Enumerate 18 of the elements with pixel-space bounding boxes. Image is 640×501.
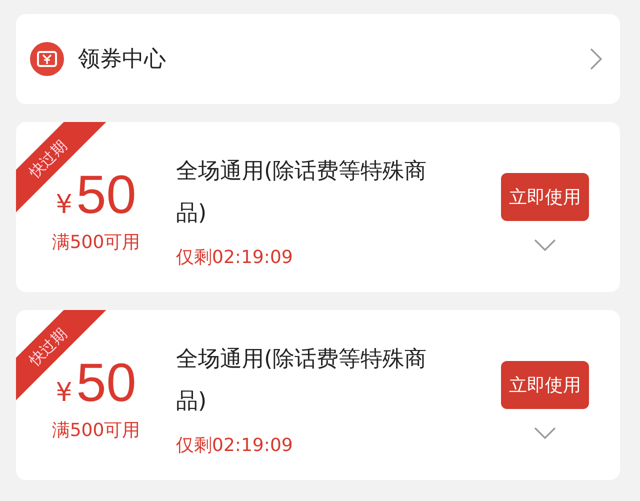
countdown-text: 仅剩02:19:09 (176, 434, 294, 457)
coupon-icon (30, 42, 64, 76)
currency-symbol: ¥ (56, 190, 72, 220)
coupon-condition: 满500可用 (52, 231, 140, 254)
coupon-title: 全场通用(除话费等特殊商品) (176, 346, 428, 416)
countdown-text: 仅剩02:19:09 (176, 246, 294, 269)
coupon-title: 全场通用(除话费等特殊商品) (176, 158, 428, 228)
chevron-icon[interactable] (534, 427, 556, 439)
chevron-right-icon[interactable] (590, 48, 602, 70)
chevron-icon[interactable] (534, 239, 556, 251)
coupon-amount: 50 (76, 168, 136, 222)
currency-symbol: ¥ (56, 378, 72, 408)
header-title: 领券中心 (78, 46, 167, 74)
use-now-button[interactable]: 立即使用 (501, 361, 589, 409)
use-now-button[interactable]: 立即使用 (501, 173, 589, 221)
coupon-condition: 满500可用 (52, 419, 140, 442)
coupon-amount: 50 (76, 356, 136, 410)
coupon-center-bar[interactable]: 领券中心 (16, 14, 620, 104)
